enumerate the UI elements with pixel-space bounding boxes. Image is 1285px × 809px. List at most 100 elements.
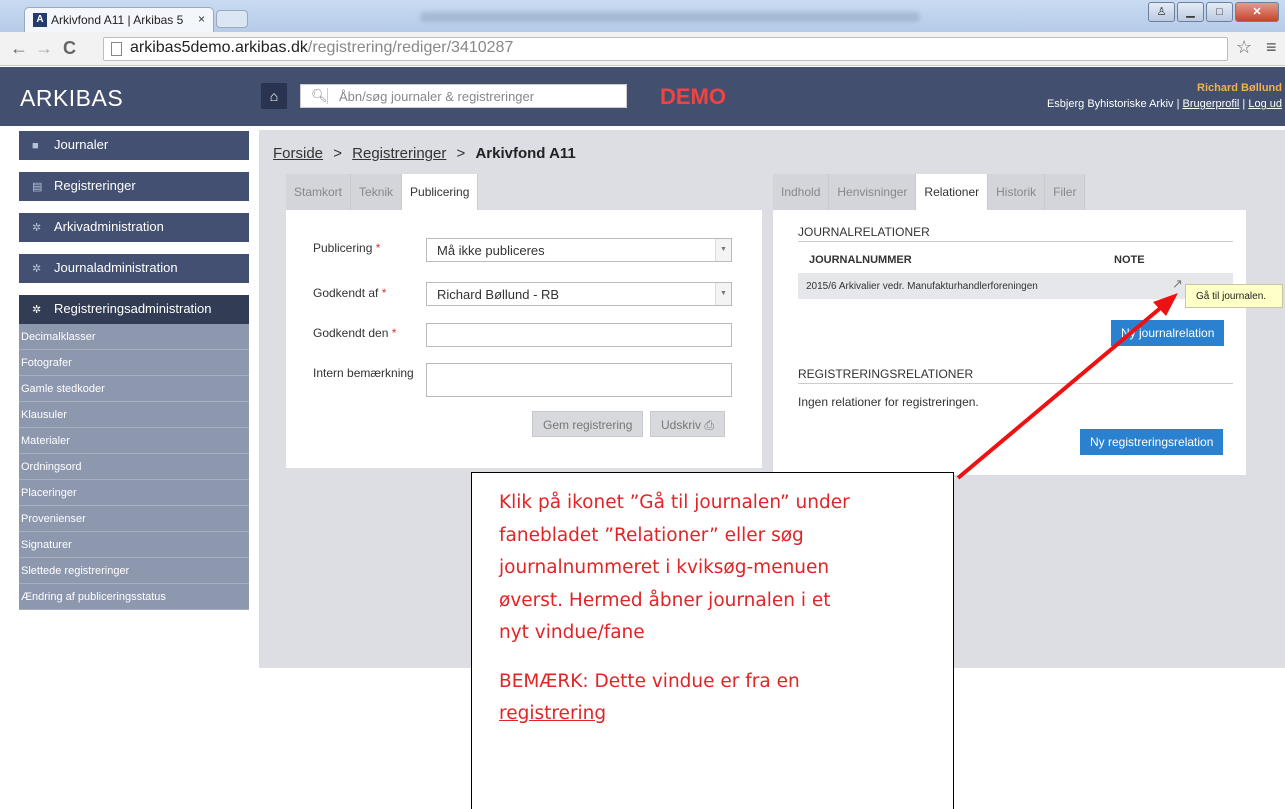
close-window-button[interactable]: ✕ bbox=[1235, 2, 1279, 22]
maximize-button[interactable]: □ bbox=[1206, 2, 1233, 22]
sidebar-item-label: Journaler bbox=[54, 137, 109, 152]
arkibas-favicon: A bbox=[33, 13, 47, 27]
url-host: arkibas5demo.arkibas.dk bbox=[130, 39, 308, 56]
tab-publicering[interactable]: Publicering bbox=[402, 174, 479, 210]
publicering-label: Publicering * bbox=[313, 241, 381, 255]
tab-filer[interactable]: Filer bbox=[1045, 174, 1086, 210]
reg-relations-title: REGISTRERINGSRELATIONER bbox=[798, 367, 974, 381]
breadcrumb-separator: > bbox=[456, 145, 466, 162]
user-name: Richard Bøllund bbox=[1197, 82, 1282, 94]
back-icon[interactable]: ← bbox=[10, 38, 28, 59]
godkendt-af-value: Richard Bøllund - RB bbox=[437, 287, 560, 302]
gear-icon: ✲ bbox=[32, 222, 42, 234]
tab-henvisninger[interactable]: Henvisninger bbox=[829, 174, 917, 210]
minimize-button[interactable]: ▁ bbox=[1177, 2, 1204, 22]
sidebar-item-arkivadministration[interactable]: ✲ Arkivadministration bbox=[19, 213, 249, 242]
sidebar-item-registreringer[interactable]: ▤ Registreringer bbox=[19, 172, 249, 201]
journal-relations-title: JOURNALRELATIONER bbox=[798, 225, 930, 239]
submenu-item[interactable]: Materialer bbox=[19, 428, 249, 454]
callout-note-link: registrering bbox=[499, 703, 607, 724]
publicering-panel: Publicering * Må ikke publiceres ▼ Godke… bbox=[286, 210, 762, 468]
page-icon bbox=[111, 42, 122, 56]
col-journalnummer: JOURNALNUMMER bbox=[809, 254, 912, 266]
new-tab-button[interactable] bbox=[216, 10, 248, 28]
sidebar-item-label: Journaladministration bbox=[54, 260, 178, 275]
quick-search-input[interactable]: 🔍︎ Åbn/søg journaler & registreringer bbox=[300, 84, 627, 108]
breadcrumb-home[interactable]: Forside bbox=[273, 145, 323, 162]
submenu-item[interactable]: Gamle stedkoder bbox=[19, 376, 249, 402]
chevron-down-icon: ▼ bbox=[715, 283, 731, 305]
journal-number: 2015/6 Arkivalier vedr. Manufakturhandle… bbox=[806, 281, 1038, 292]
browser-titlebar: A Arkivfond A11 | Arkibas 5 × ♙ ▁ □ ✕ bbox=[0, 0, 1285, 32]
godkendt-af-select[interactable]: Richard Bøllund - RB ▼ bbox=[426, 282, 732, 306]
logout-link[interactable]: Log ud bbox=[1248, 98, 1282, 110]
browser-toolbar: ← → C arkibas5demo.arkibas.dk/registreri… bbox=[0, 32, 1285, 66]
submenu-item[interactable]: Decimalklasser bbox=[19, 324, 249, 350]
print-icon: ⎙ bbox=[704, 418, 714, 432]
no-relations-text: Ingen relationer for registreringen. bbox=[798, 395, 979, 409]
submenu-item[interactable]: Fotografer bbox=[19, 350, 249, 376]
bookmark-star-icon[interactable]: ☆ bbox=[1236, 37, 1252, 58]
table-row[interactable]: 2015/6 Arkivalier vedr. Manufakturhandle… bbox=[798, 273, 1233, 299]
tab-stamkort[interactable]: Stamkort bbox=[286, 174, 352, 210]
left-tabs: Stamkort Teknik Publicering bbox=[286, 174, 479, 210]
reload-icon[interactable]: C bbox=[63, 38, 76, 59]
forward-icon[interactable]: → bbox=[35, 38, 53, 59]
separator: | bbox=[1176, 98, 1180, 110]
url-path: /registrering/rediger/3410287 bbox=[307, 39, 514, 56]
breadcrumb-registreringer[interactable]: Registreringer bbox=[352, 145, 446, 162]
new-reg-relation-button[interactable]: Ny registreringsrelation bbox=[1080, 429, 1224, 455]
tab-relationer[interactable]: Relationer bbox=[916, 174, 989, 210]
save-button[interactable]: Gem registrering bbox=[532, 411, 644, 437]
godkendt-den-label: Godkendt den * bbox=[313, 326, 397, 340]
breadcrumb-separator: > bbox=[333, 145, 342, 162]
callout-note: BEMÆRK: Dette vindue er fra en bbox=[499, 670, 800, 692]
godkendt-af-label: Godkendt af * bbox=[313, 286, 387, 300]
user-switch-icon[interactable]: ♙ bbox=[1148, 2, 1175, 22]
folder-icon: ■ bbox=[32, 140, 39, 152]
sidebar-submenu: Decimalklasser Fotografer Gamle stedkode… bbox=[19, 324, 249, 610]
sidebar: ■ Journaler ▤ Registreringer ✲ Arkivadminis… bbox=[19, 131, 249, 610]
submenu-item[interactable]: Ordningsord bbox=[19, 454, 249, 480]
tab-historik[interactable]: Historik bbox=[988, 174, 1046, 210]
print-label: Udskriv bbox=[661, 418, 702, 432]
intern-bemaerkning-label: Intern bemærkning bbox=[313, 366, 414, 380]
intern-bemaerkning-input[interactable] bbox=[426, 363, 732, 397]
submenu-item[interactable]: Provenienser bbox=[19, 506, 249, 532]
sidebar-item-journaler[interactable]: ■ Journaler bbox=[19, 131, 249, 160]
profile-link[interactable]: Brugerprofil bbox=[1183, 98, 1240, 110]
blurred-window-title bbox=[420, 12, 920, 22]
org-name: Esbjerg Byhistoriske Arkiv bbox=[1046, 98, 1174, 110]
browser-tab[interactable]: A Arkivfond A11 | Arkibas 5 × bbox=[24, 7, 214, 32]
tab-teknik[interactable]: Teknik bbox=[351, 174, 403, 210]
callout-line: øverst. Hermed åbner journalen i et bbox=[499, 589, 831, 611]
sidebar-item-journaladministration[interactable]: ✲ Journaladministration bbox=[19, 254, 249, 283]
tab-close-icon[interactable]: × bbox=[198, 12, 205, 26]
submenu-item[interactable]: Ændring af publiceringsstatus bbox=[19, 584, 249, 610]
godkendt-den-input[interactable] bbox=[426, 323, 732, 347]
search-divider bbox=[327, 88, 328, 104]
submenu-item[interactable]: Signaturer bbox=[19, 532, 249, 558]
browser-menu-icon[interactable]: ≡ bbox=[1266, 37, 1277, 58]
window-controls: ♙ ▁ □ ✕ bbox=[1148, 2, 1279, 22]
callout-line: journalnummeret i kviksøg-menuen bbox=[499, 557, 830, 578]
publicering-select[interactable]: Må ikke publiceres ▼ bbox=[426, 238, 732, 262]
callout-line: nyt vindue/fane bbox=[499, 622, 645, 643]
submenu-item[interactable]: Placeringer bbox=[19, 480, 249, 506]
submenu-item[interactable]: Slettede registreringer bbox=[19, 558, 249, 584]
home-icon[interactable]: ⌂ bbox=[261, 83, 287, 109]
search-placeholder: Åbn/søg journaler & registreringer bbox=[339, 89, 535, 104]
sidebar-item-registreringsadministration[interactable]: ✲ Registreringsadministration bbox=[19, 295, 249, 324]
tab-indhold[interactable]: Indhold bbox=[773, 174, 830, 210]
separator: | bbox=[1242, 98, 1246, 110]
print-button[interactable]: Udskriv ⎙ bbox=[650, 411, 725, 437]
new-journal-relation-button[interactable]: Ny journalrelation bbox=[1111, 320, 1225, 346]
address-bar[interactable]: arkibas5demo.arkibas.dk/registrering/red… bbox=[103, 37, 1228, 61]
arkibas-logo[interactable]: ARKIBAS bbox=[20, 85, 123, 112]
publicering-value: Må ikke publiceres bbox=[437, 243, 545, 258]
tooltip: Gå til journalen. bbox=[1185, 284, 1283, 308]
divider bbox=[798, 241, 1233, 242]
submenu-item[interactable]: Klausuler bbox=[19, 402, 249, 428]
external-link-icon[interactable]: ↗ bbox=[1172, 276, 1183, 292]
demo-label: DEMO bbox=[660, 84, 726, 109]
